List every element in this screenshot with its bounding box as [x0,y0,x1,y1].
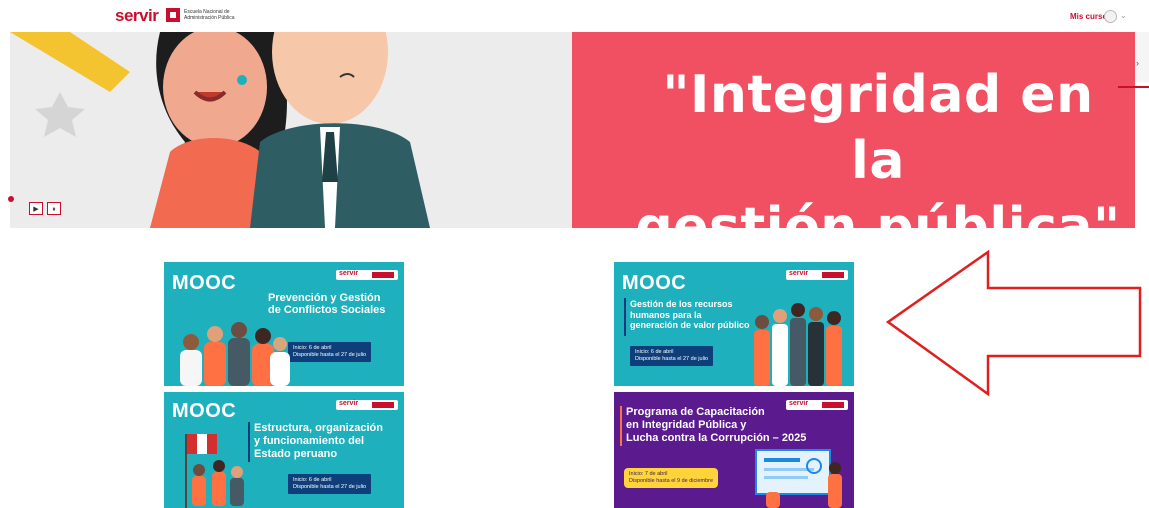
mooc-label: MOOC [622,272,687,294]
banner-people-illustration [10,32,430,228]
card-flag-illustration [185,434,244,508]
play-button[interactable]: ▶ [29,202,43,215]
chevron-right-icon[interactable]: › [1136,58,1139,68]
user-avatar-icon[interactable] [1104,10,1117,23]
card-servir-logo: servir [336,400,398,410]
card-dates: Inicio: 6 de abril Disponible hasta el 2… [630,346,714,366]
course-card-integridad-publica[interactable]: servir Programa de Capacitación en Integ… [614,392,854,508]
card-people-illustration [180,322,290,386]
card-dates: Inicio: 6 de abril Disponible hasta el 2… [288,342,372,362]
card-servir-logo: servir [786,270,848,280]
slide-indicator-dot[interactable] [8,196,14,202]
enap-logo-mark [166,8,180,22]
card-dates: Inicio: 7 de abril Disponible hasta el 9… [624,468,719,488]
arrow-left-icon [885,249,1142,397]
banner-illustration [10,32,572,228]
servir-logo[interactable]: servir [115,6,159,26]
card-accent-bar [624,298,626,336]
enap-logo[interactable]: Escuela Nacional de Administración Públi… [166,8,244,22]
top-navbar: servir Escuela Nacional de Administració… [0,0,1149,32]
banner-headline-panel: "Integridad en la gestión pública" [572,32,1135,228]
course-card-conflictos[interactable]: MOOC servir Prevención y Gestión de Conf… [164,262,404,386]
banner-headline-line2: gestión pública" [635,197,1121,228]
card-title: Estructura, organización y funcionamient… [254,422,383,460]
card-title: Gestión de los recursos humanos para la … [630,299,750,330]
card-accent-bar [620,406,622,446]
card-title: Programa de Capacitación en Integridad P… [626,406,807,444]
course-card-estructura-estado[interactable]: MOOC servir Estructura, organización y f… [164,392,404,508]
card-screen-illustration [755,449,842,508]
card-title: Prevención y Gestión de Conflictos Socia… [268,292,386,316]
card-dates: Inicio: 6 de abril Disponible hasta el 2… [288,474,372,494]
mooc-label: MOOC [172,400,237,422]
pause-button[interactable]: ⏸ [47,202,61,215]
card-servir-logo: servir [336,270,398,280]
banner-headline-line1: "Integridad en la [662,65,1094,191]
side-panel-toggle[interactable] [1135,32,1149,82]
chevron-down-icon[interactable]: ⌄ [1120,11,1127,20]
course-card-recursos-humanos[interactable]: MOOC servir Gestión de los recursos huma… [614,262,854,386]
divider-line [1118,86,1149,88]
card-people-illustration [754,303,842,386]
hero-banner: "Integridad en la gestión pública" [10,32,1135,228]
banner-headline: "Integridad en la gestión pública" [628,62,1128,228]
enap-logo-text: Escuela Nacional de Administración Públi… [184,9,235,21]
mooc-label: MOOC [172,272,237,294]
